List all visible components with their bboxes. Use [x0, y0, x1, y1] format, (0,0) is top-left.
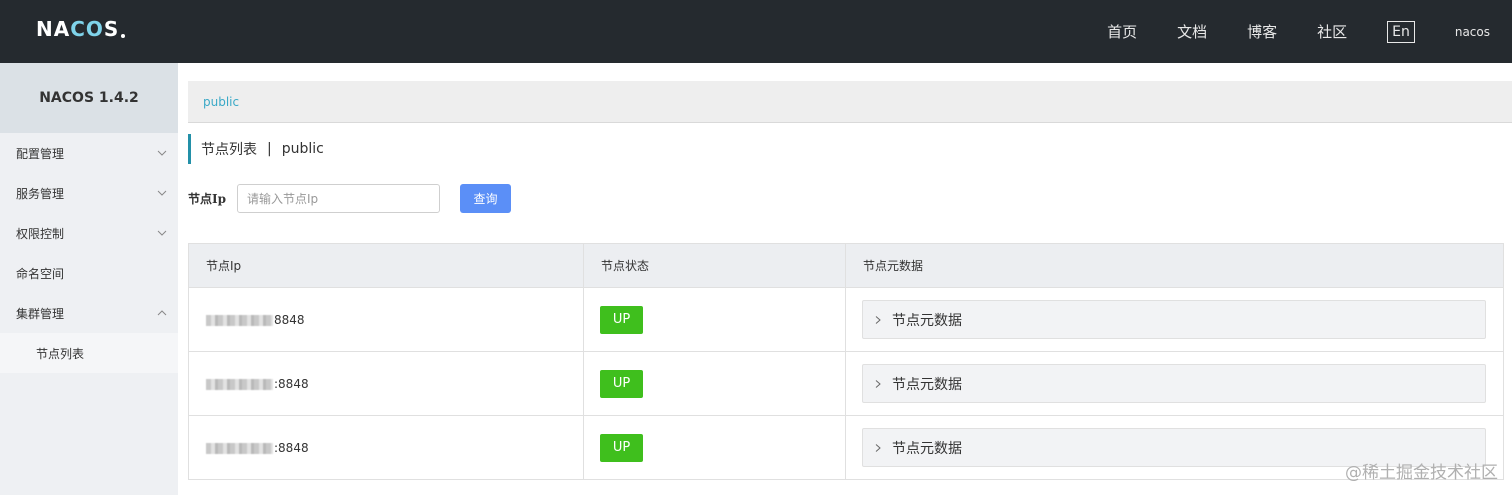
column-header-node-metadata: 节点元数据: [845, 243, 1504, 288]
page-title: 节点列表 | public: [188, 134, 324, 164]
sidebar-item-label: 命名空间: [16, 266, 65, 281]
node-metadata-cell: 节点元数据: [845, 287, 1504, 352]
page-title-text: 节点列表: [201, 142, 257, 158]
column-header-node-ip: 节点Ip: [188, 243, 584, 288]
node-ip-label: 节点Ip: [188, 192, 227, 206]
nav-docs[interactable]: 文档: [1177, 21, 1207, 42]
filter-form: 节点Ip 查询: [188, 184, 511, 213]
column-header-node-status: 节点状态: [583, 243, 846, 288]
sidebar: NACOS 1.4.2 配置管理 服务管理 权限控制 命名空间 集群管理 节点列…: [0, 63, 178, 495]
table-row: :8848 UP 节点元数据: [188, 415, 1504, 480]
status-badge: UP: [600, 433, 643, 462]
node-status-cell: UP: [583, 351, 846, 416]
blurred-ip: [206, 442, 273, 454]
metadata-collapse[interactable]: 节点元数据: [862, 300, 1486, 339]
query-button[interactable]: 查询: [460, 184, 511, 213]
chevron-down-icon: [156, 147, 168, 159]
logo-text: NACOS: [36, 17, 120, 41]
table-row: 8848 UP 节点元数据: [188, 287, 1504, 352]
chevron-down-icon: [156, 227, 168, 239]
sidebar-item-config-management[interactable]: 配置管理: [0, 133, 178, 173]
title-separator: |: [267, 141, 272, 157]
chevron-down-icon: [156, 187, 168, 199]
user-name[interactable]: nacos: [1455, 25, 1490, 39]
metadata-collapse-label: 节点元数据: [892, 440, 962, 457]
node-ip-input[interactable]: [237, 184, 440, 213]
node-ip-cell: :8848: [188, 351, 584, 416]
sidebar-item-label: 服务管理: [16, 186, 65, 201]
blurred-ip: [206, 314, 273, 326]
top-header: NACOS 首页 文档 博客 社区 En nacos: [0, 0, 1512, 63]
chevron-right-icon: [875, 443, 883, 452]
node-metadata-cell: 节点元数据: [845, 351, 1504, 416]
node-ip-port: :8848: [274, 376, 309, 391]
node-ip-port: 8848: [274, 312, 305, 327]
sidebar-item-cluster-management[interactable]: 集群管理: [0, 293, 178, 333]
nacos-logo[interactable]: NACOS: [36, 16, 126, 42]
node-status-cell: UP: [583, 415, 846, 480]
watermark: @稀土掘金技术社区: [1345, 463, 1498, 483]
node-ip-cell: :8848: [188, 415, 584, 480]
top-nav: 首页 文档 博客 社区 En nacos: [1107, 0, 1490, 63]
main-content: public 节点列表 | public 节点Ip 查询 节点Ip 节点状态 节…: [178, 63, 1512, 495]
chevron-up-icon: [156, 307, 168, 319]
nav-blog[interactable]: 博客: [1247, 21, 1277, 42]
page-title-namespace: public: [281, 141, 324, 157]
logo-dot: [121, 34, 126, 38]
metadata-collapse-label: 节点元数据: [892, 312, 962, 329]
status-badge: UP: [600, 369, 643, 398]
blurred-ip: [206, 378, 273, 390]
chevron-right-icon: [875, 315, 883, 324]
node-ip-cell: 8848: [188, 287, 584, 352]
status-badge: UP: [600, 305, 643, 334]
sidebar-subitem-node-list[interactable]: 节点列表: [0, 333, 178, 373]
sidebar-item-label: 权限控制: [16, 226, 65, 241]
sidebar-item-access-control[interactable]: 权限控制: [0, 213, 178, 253]
sidebar-item-namespace[interactable]: 命名空间: [0, 253, 178, 293]
sidebar-version-title: NACOS 1.4.2: [0, 63, 178, 133]
table-row: :8848 UP 节点元数据: [188, 351, 1504, 416]
language-switch[interactable]: En: [1387, 20, 1415, 43]
nav-community[interactable]: 社区: [1317, 21, 1347, 42]
sidebar-item-label: 配置管理: [16, 146, 65, 161]
table-header-row: 节点Ip 节点状态 节点元数据: [188, 243, 1504, 288]
sidebar-item-service-management[interactable]: 服务管理: [0, 173, 178, 213]
sidebar-item-label: 集群管理: [16, 306, 65, 321]
metadata-collapse[interactable]: 节点元数据: [862, 364, 1486, 403]
nav-home[interactable]: 首页: [1107, 21, 1137, 42]
node-status-cell: UP: [583, 287, 846, 352]
node-ip-port: :8848: [274, 440, 309, 455]
namespace-link-public[interactable]: public: [203, 95, 239, 109]
namespace-bar: public: [188, 81, 1512, 123]
metadata-collapse-label: 节点元数据: [892, 376, 962, 393]
chevron-right-icon: [875, 379, 883, 388]
node-table: 节点Ip 节点状态 节点元数据 8848 UP 节点元数据 :8848 UP 节…: [188, 243, 1504, 480]
